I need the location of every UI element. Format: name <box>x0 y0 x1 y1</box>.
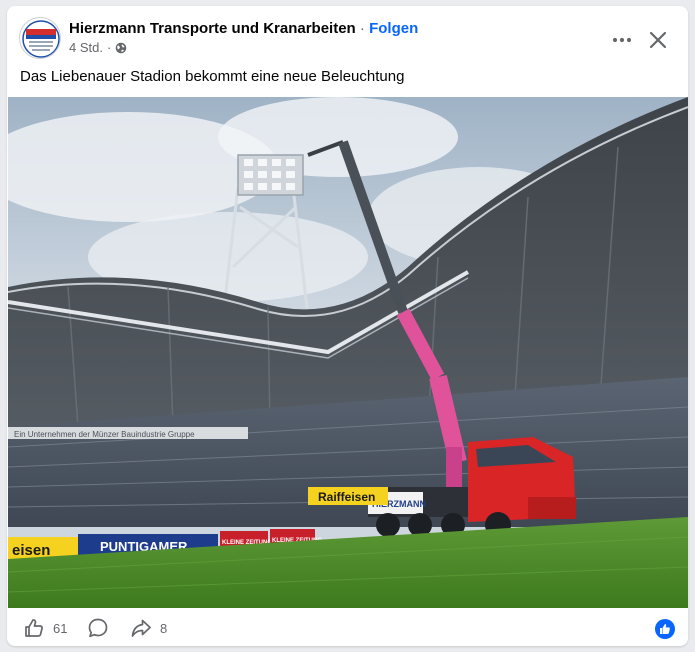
like-count: 61 <box>53 620 68 636</box>
like-button[interactable]: 61 <box>23 616 67 640</box>
separator-dot: · <box>359 20 365 37</box>
more-dots-icon <box>612 37 632 43</box>
share-icon <box>131 619 151 637</box>
share-count: 8 <box>160 620 168 636</box>
comment-button[interactable] <box>87 616 109 640</box>
follow-button[interactable]: Folgen <box>369 20 418 37</box>
post-caption: Das Liebenauer Stadion bekommt eine neue… <box>20 68 405 85</box>
page-name-link[interactable]: Hierzmann Transporte und Kranarbeiten <box>69 20 356 37</box>
more-options-button[interactable] <box>604 22 640 58</box>
stand-banner-text: Ein Unternehmen der Münzer Bauindustrie … <box>14 430 195 439</box>
page-name-line: Hierzmann Transporte und Kranarbeiten · … <box>69 20 418 37</box>
post-header: Hierzmann Transporte und Kranarbeiten · … <box>7 6 688 66</box>
ad-board-0: eisen <box>12 542 50 559</box>
like-reaction-icon[interactable] <box>655 619 675 639</box>
post-card: Hierzmann Transporte und Kranarbeiten · … <box>7 6 688 646</box>
thumbs-up-icon <box>25 619 43 637</box>
meta-separator: · <box>106 40 112 55</box>
post-actions: 61 8 <box>7 608 688 646</box>
page-avatar[interactable] <box>19 17 61 59</box>
post-meta: 4 Std. · <box>69 40 127 55</box>
comment-icon <box>88 618 108 638</box>
post-timestamp[interactable]: 4 Std. <box>69 40 103 55</box>
share-button[interactable]: 8 <box>130 616 167 640</box>
globe-icon <box>115 42 127 54</box>
ad-board-4: Raiffeisen <box>318 490 375 504</box>
close-button[interactable] <box>640 22 676 58</box>
close-icon <box>649 31 667 49</box>
post-photo[interactable]: Ein Unternehmen der Münzer Bauindustrie … <box>8 97 688 608</box>
